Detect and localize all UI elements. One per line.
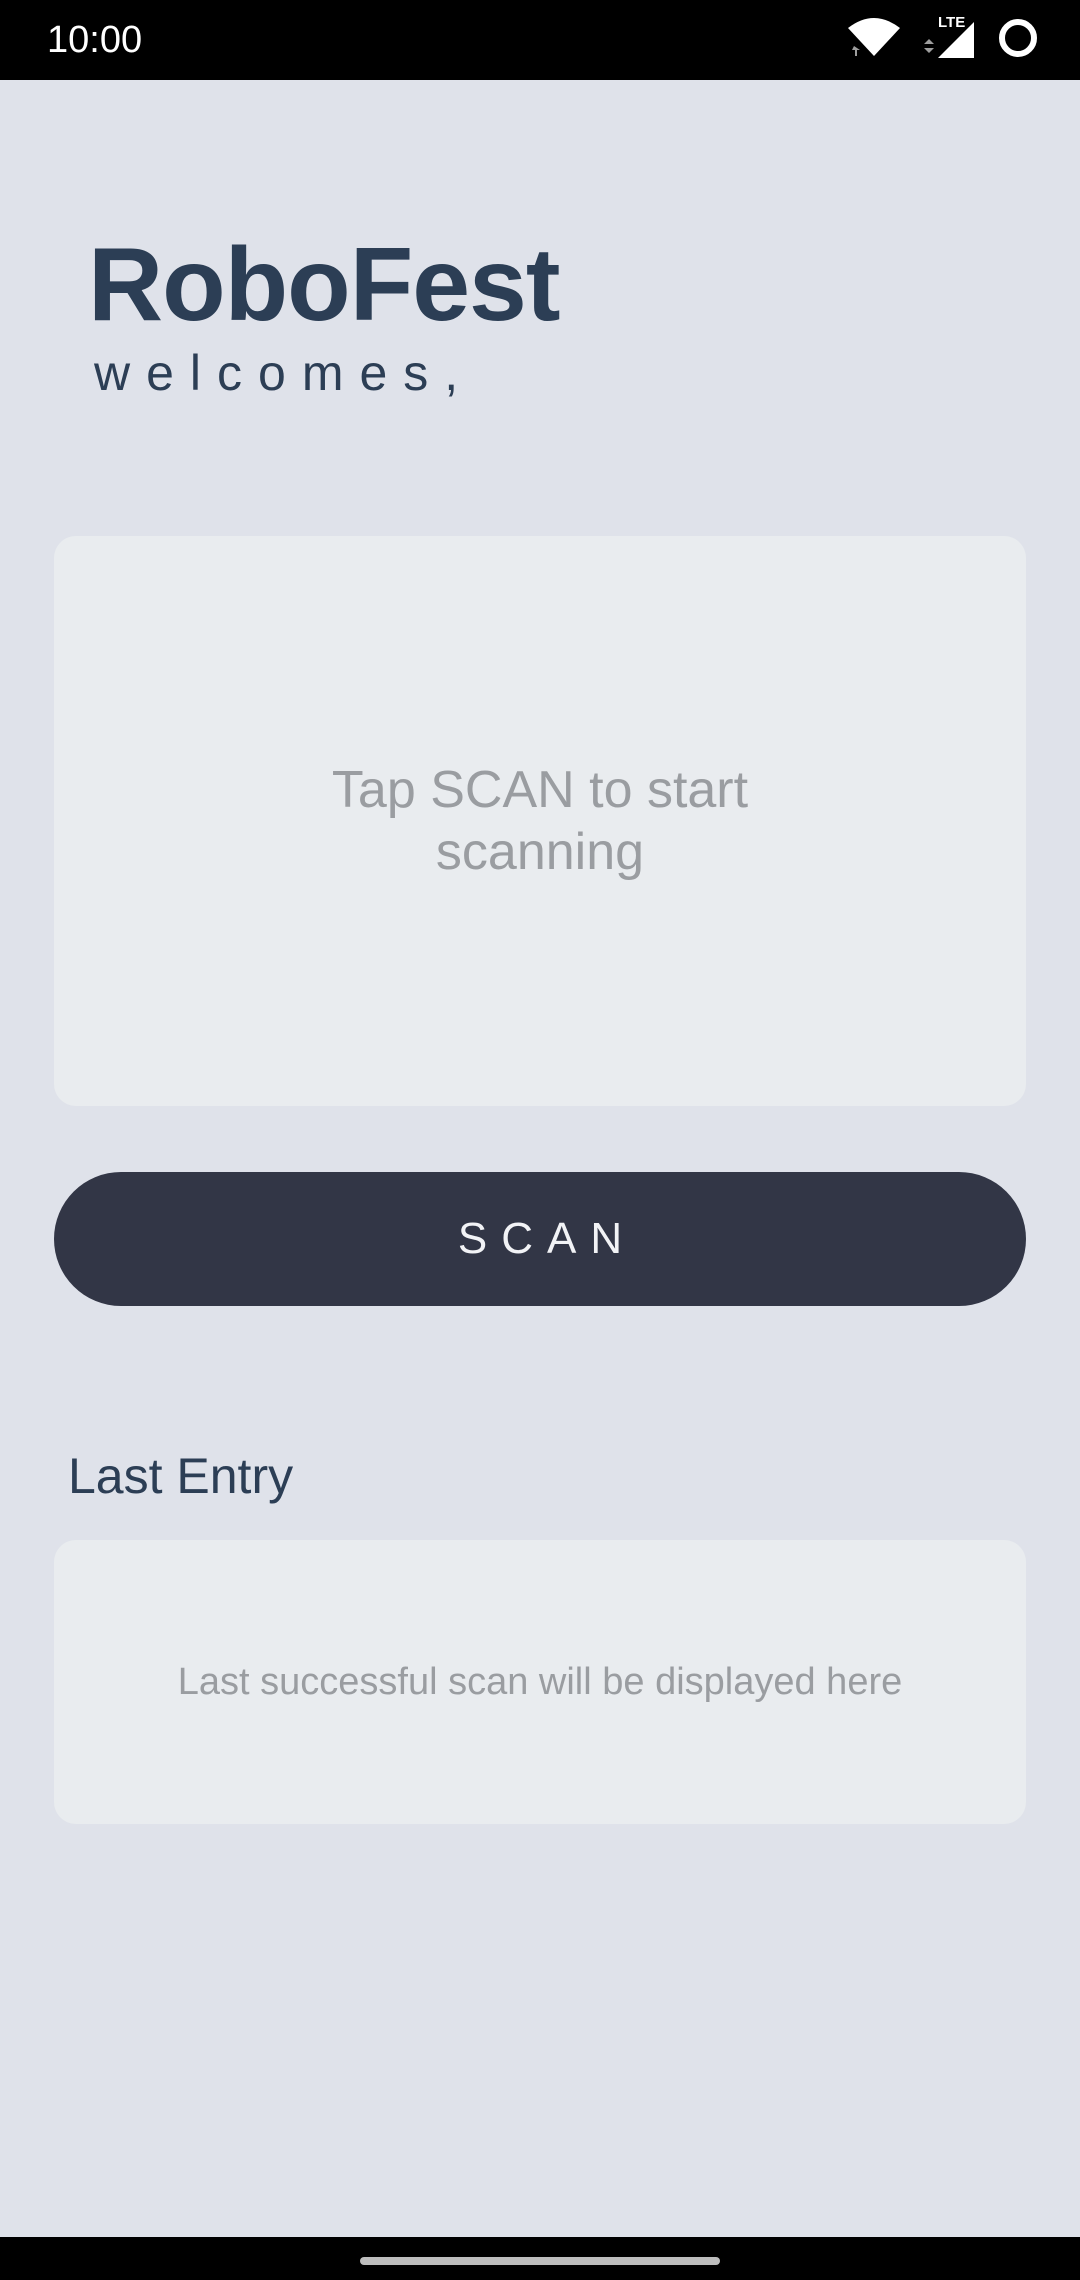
last-entry-heading: Last Entry: [68, 1448, 294, 1504]
app-title: RoboFest: [88, 227, 561, 343]
scan-hint-text: Tap SCAN to start scanning: [331, 761, 749, 881]
scan-button[interactable]: SCAN: [54, 1172, 1026, 1306]
cell-signal-icon: LTE: [920, 14, 978, 62]
welcome-subtitle: welcomes,: [94, 345, 475, 401]
last-entry-placeholder: Last successful scan will be displayed h…: [177, 1661, 903, 1703]
battery-circle-icon: [996, 16, 1040, 65]
wifi-icon: [846, 16, 902, 65]
status-icons: LTE: [846, 14, 1040, 65]
last-entry-card: Last successful scan will be displayed h…: [54, 1540, 1026, 1824]
status-bar: 10:00 LTE: [0, 0, 1080, 80]
network-type-label: LTE: [938, 14, 966, 31]
status-time: 10:00: [47, 19, 143, 61]
home-gesture-handle[interactable]: [360, 2257, 720, 2265]
scanner-preview-card: Tap SCAN to start scanning: [54, 536, 1026, 1106]
